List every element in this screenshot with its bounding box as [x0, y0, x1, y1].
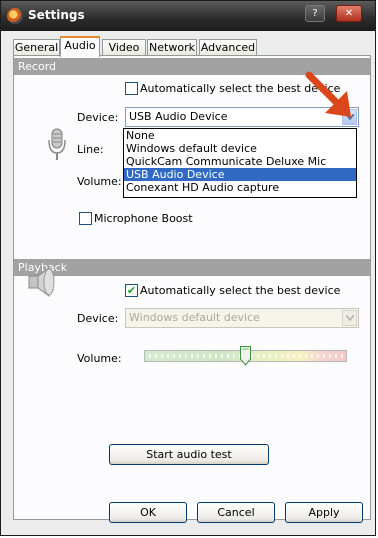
- speaker-icon: [27, 265, 61, 302]
- record-line-label: Line:: [77, 143, 104, 156]
- help-button[interactable]: ?: [305, 5, 325, 22]
- microphone-icon: [48, 128, 66, 165]
- window-title: Settings: [28, 8, 85, 22]
- device-option-quickcam[interactable]: QuickCam Communicate Deluxe Mic: [124, 155, 356, 168]
- tab-video[interactable]: Video: [102, 39, 146, 56]
- start-audio-test-button[interactable]: Start audio test: [109, 444, 269, 465]
- mic-boost-label: Microphone Boost: [94, 212, 193, 225]
- mic-boost-checkbox[interactable]: [79, 212, 92, 225]
- record-device-dropdown-list[interactable]: None Windows default device QuickCam Com…: [123, 128, 357, 198]
- close-button[interactable]: ✕: [336, 5, 362, 22]
- record-device-label: Device:: [77, 111, 119, 124]
- settings-window: Settings ? ✕ General Audio Video Network…: [0, 0, 376, 536]
- tab-audio[interactable]: Audio: [60, 36, 100, 57]
- playback-device-value: Windows default device: [129, 311, 260, 324]
- cancel-button[interactable]: Cancel: [197, 502, 275, 523]
- ok-button[interactable]: OK: [109, 502, 187, 523]
- device-option-conexant[interactable]: Conexant HD Audio capture: [124, 181, 356, 194]
- device-option-usb-audio[interactable]: USB Audio Device: [124, 168, 356, 181]
- playback-auto-select-checkbox[interactable]: ✔: [125, 284, 138, 297]
- playback-section-header: Playback: [14, 259, 370, 276]
- record-auto-select-checkbox[interactable]: [125, 82, 138, 95]
- tab-network[interactable]: Network: [147, 39, 197, 56]
- playback-device-label: Device:: [77, 312, 119, 325]
- playback-device-select: Windows default device: [125, 308, 359, 328]
- red-arrow-annotation-icon: [305, 71, 351, 117]
- device-option-none[interactable]: None: [124, 129, 356, 142]
- apply-button[interactable]: Apply: [285, 502, 363, 523]
- device-option-windows-default[interactable]: Windows default device: [124, 142, 356, 155]
- app-logo-icon: [7, 8, 23, 24]
- chevron-down-icon: [342, 310, 357, 326]
- playback-auto-select-label: Automatically select the best device: [140, 284, 341, 297]
- title-bar[interactable]: Settings ? ✕: [1, 1, 375, 31]
- record-volume-label: Volume:: [77, 175, 122, 188]
- tab-general[interactable]: General: [13, 39, 60, 56]
- tab-advanced[interactable]: Advanced: [199, 39, 257, 56]
- playback-volume-label: Volume:: [77, 352, 122, 365]
- record-device-value: USB Audio Device: [129, 110, 228, 123]
- playback-volume-slider-thumb[interactable]: [240, 346, 251, 366]
